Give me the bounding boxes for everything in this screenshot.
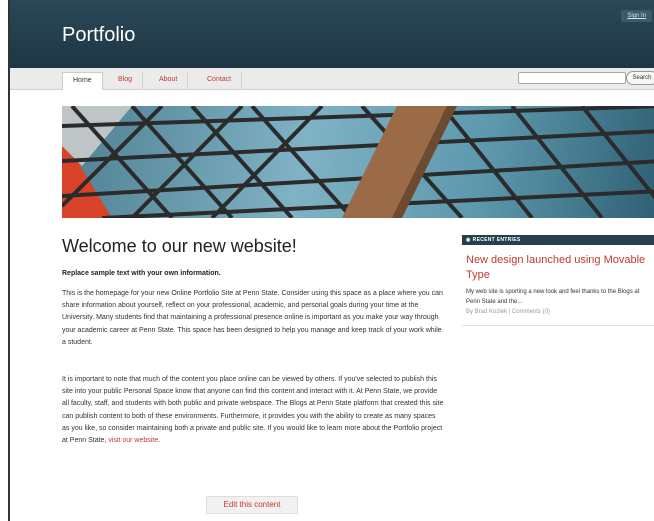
nav-item-contact[interactable]: Contact [197, 72, 243, 90]
nav-item-about[interactable]: About [149, 72, 189, 90]
recent-entries-header: ◉ RECENT ENTRIES [462, 235, 654, 245]
nav-bar: Home Blog About Contact Search [10, 68, 654, 90]
sidebar: ◉ RECENT ENTRIES New design launched usi… [462, 235, 654, 326]
edit-content-button[interactable]: Edit this content [206, 496, 298, 514]
site-header: Portfolio Sign In [10, 0, 654, 68]
sign-in-link[interactable]: Sign In [621, 10, 652, 22]
page: Portfolio Sign In Home Blog About Contac… [8, 0, 654, 521]
search-button[interactable]: Search [626, 71, 654, 85]
recent-entry-title[interactable]: New design launched using Movable Type [462, 253, 654, 283]
page-title: Welcome to our new website! [62, 236, 297, 256]
site-title[interactable]: Portfolio [62, 24, 135, 47]
info-paragraph-text: It is important to note that much of the… [62, 376, 444, 445]
nav-item-home[interactable]: Home [62, 72, 103, 90]
page-subtitle: Replace sample text with your own inform… [62, 270, 221, 277]
search-input[interactable] [518, 72, 626, 84]
visit-website-link[interactable]: visit our website [108, 437, 158, 444]
recent-entry-meta: By Brad Kozlek | Comments (0) [462, 309, 654, 326]
intro-paragraph: This is the homepage for your new Online… [62, 290, 443, 346]
info-paragraph: It is important to note that much of the… [62, 374, 444, 447]
nav-item-blog[interactable]: Blog [108, 72, 144, 90]
banner-graphic [62, 106, 654, 218]
recent-entry-excerpt: My web site is sporting a new look and f… [466, 289, 640, 305]
recent-entries-label: RECENT ENTRIES [472, 237, 521, 243]
banner-image [62, 106, 654, 218]
circle-icon: ◉ [466, 237, 471, 243]
info-paragraph-end: . [158, 437, 161, 445]
